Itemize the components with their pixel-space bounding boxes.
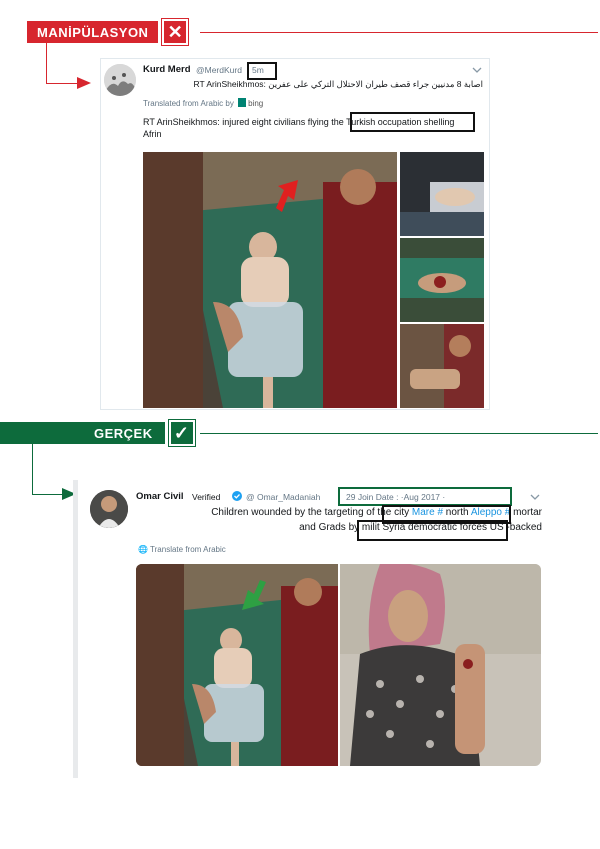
date-highlight-box xyxy=(338,487,512,506)
arabic-text: RT ArinSheikhmos: اصابة 8 مدنيين جراء قص… xyxy=(193,79,483,89)
red-arrow-icon xyxy=(276,180,298,212)
manipulation-connector-h xyxy=(46,83,80,84)
real-tweet-left-bar xyxy=(73,480,78,778)
author-name[interactable]: Omar Civil xyxy=(136,491,184,502)
main-photo[interactable] xyxy=(143,152,397,408)
fact-label: GERÇEK xyxy=(0,422,165,444)
side-photo-3[interactable] xyxy=(400,324,484,408)
verified-badge-icon xyxy=(232,491,242,501)
avatar[interactable] xyxy=(90,490,128,528)
turkish-shelling-box xyxy=(350,112,475,132)
fact-banner: GERÇEK ✓ xyxy=(0,419,196,447)
side-photo-2[interactable] xyxy=(400,238,484,322)
fact-connector-v xyxy=(32,444,33,494)
chevron-down-icon[interactable] xyxy=(530,494,540,501)
close-icon: ✕ xyxy=(161,18,190,46)
manipulation-connector-v xyxy=(46,43,47,83)
side-photo-1[interactable] xyxy=(400,152,484,236)
bing-icon xyxy=(238,98,247,107)
checkmark-icon: ✓ xyxy=(167,419,196,447)
sdf-highlight-box xyxy=(357,520,508,541)
fact-connector-h xyxy=(32,494,66,495)
author-handle[interactable]: @ Omar_Madaniah xyxy=(246,492,320,502)
avatar[interactable] xyxy=(104,64,136,96)
author-handle[interactable]: @MerdKurd xyxy=(196,65,242,75)
author-name[interactable]: Kurd Merd xyxy=(143,64,191,75)
arrow-right-icon xyxy=(77,77,91,89)
translated-from: Translated from Arabic by bing xyxy=(143,98,264,108)
translate-link[interactable]: 🌐 Translate from Arabic xyxy=(138,545,226,554)
main-photo[interactable] xyxy=(136,564,338,766)
verified-text: Verified xyxy=(192,492,221,502)
chevron-down-icon[interactable] xyxy=(472,67,482,74)
green-arrow-icon xyxy=(242,580,266,610)
manipulation-banner: MANİPÜLASYON ✕ xyxy=(27,18,190,46)
manipulation-rule xyxy=(200,32,598,33)
translated-text-afrin: Afrin xyxy=(143,129,162,139)
manipulation-label: MANİPÜLASYON xyxy=(27,21,159,43)
girl-photo[interactable] xyxy=(340,564,541,766)
fact-rule xyxy=(200,433,598,434)
globe-icon: 🌐 xyxy=(138,545,148,554)
